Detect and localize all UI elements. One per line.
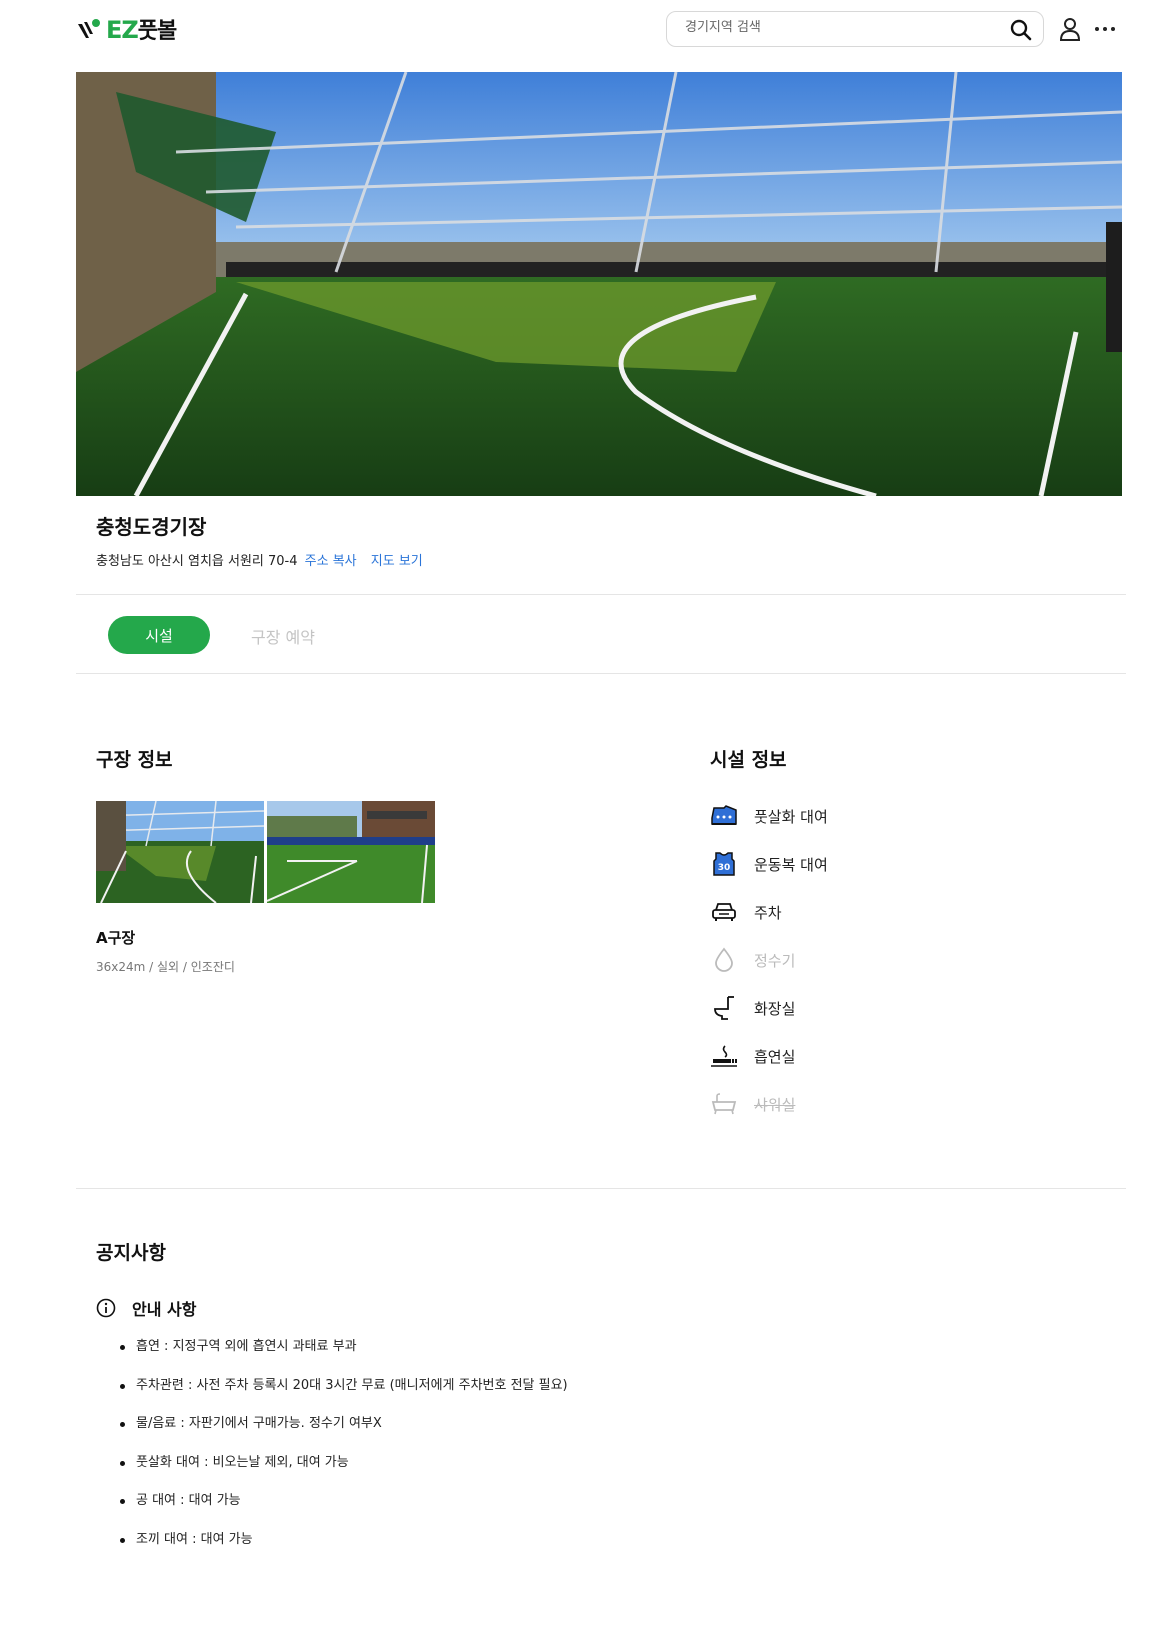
notice-list: 흡연 : 지정구역 외에 흡연시 과태료 부과 주차관련 : 사전 주차 등록시… xyxy=(96,1337,568,1568)
facility-label: 풋살화 대여 xyxy=(754,807,828,826)
facility-item-smoking-room: 흡연실 xyxy=(710,1041,795,1071)
notice-item: 물/음료 : 자판기에서 구매가능. 정수기 여부X xyxy=(96,1414,568,1453)
logo-text-en: EZ xyxy=(106,16,139,44)
tab-reservation[interactable]: 구장 예약 xyxy=(251,624,315,648)
futsal-shoe-icon xyxy=(710,802,738,830)
field-spec: 36x24m / 실외 / 인조잔디 xyxy=(96,960,235,974)
divider-tabs xyxy=(76,673,1126,674)
facility-item-shoe-rental: 풋살화 대여 xyxy=(710,801,828,831)
facility-label: 운동복 대여 xyxy=(754,855,828,874)
info-icon xyxy=(96,1298,116,1318)
address-row: 충청남도 아산시 염치읍 서원리 70-4 주소 복사 지도 보기 xyxy=(96,550,423,569)
field-photo-thumbnail[interactable] xyxy=(267,801,435,903)
facility-item-shower-room: 샤워실 xyxy=(710,1089,795,1119)
facility-info-title: 시설 정보 xyxy=(710,749,787,771)
logo-mark-icon xyxy=(78,19,100,38)
field-photo-thumbnail[interactable] xyxy=(96,801,264,903)
facility-label: 흡연실 xyxy=(754,1047,796,1066)
notice-subheader: 안내 사항 xyxy=(96,1296,196,1320)
notice-title: 공지사항 xyxy=(96,1242,166,1264)
search-icon[interactable] xyxy=(1009,18,1033,42)
divider-notice xyxy=(76,1188,1126,1189)
facility-item-parking: 주차 xyxy=(710,897,782,927)
search-input[interactable] xyxy=(685,20,985,35)
notice-item: 공 대여 : 대여 가능 xyxy=(96,1491,568,1530)
facility-label: 화장실 xyxy=(754,999,796,1018)
toilet-icon xyxy=(710,994,738,1022)
svg-text:30: 30 xyxy=(718,863,731,873)
notice-item: 흡연 : 지정구역 외에 흡연시 과태료 부과 xyxy=(96,1337,568,1376)
more-options-icon[interactable] xyxy=(1094,20,1116,38)
car-icon xyxy=(710,898,738,926)
water-drop-icon xyxy=(710,946,738,974)
facility-label: 주차 xyxy=(754,903,782,922)
stadium-address: 충청남도 아산시 염치읍 서원리 70-4 xyxy=(96,554,298,569)
search-bar xyxy=(666,11,1044,47)
ez-football-logo[interactable]: EZ풋볼 xyxy=(76,14,177,44)
facility-item-uniform-rental: 30 운동복 대여 xyxy=(710,849,828,879)
logo-text-ko: 풋볼 xyxy=(137,19,177,44)
facility-item-water-purifier: 정수기 xyxy=(710,945,795,975)
jersey-icon: 30 xyxy=(710,850,738,878)
divider-top xyxy=(76,594,1126,595)
top-header: EZ풋볼 xyxy=(0,0,1174,60)
tab-facility[interactable]: 시설 xyxy=(108,616,210,654)
stadium-name: 충청도경기장 xyxy=(96,515,207,539)
notice-item: 주차관련 : 사전 주차 등록시 20대 3시간 무료 (매니저에게 주차번호 … xyxy=(96,1376,568,1415)
stadium-hero-photo xyxy=(76,72,1122,496)
view-map-link[interactable]: 지도 보기 xyxy=(371,554,423,569)
field-info-title: 구장 정보 xyxy=(96,749,173,771)
bathtub-icon xyxy=(710,1090,738,1118)
copy-address-link[interactable]: 주소 복사 xyxy=(305,554,357,569)
facility-item-restroom: 화장실 xyxy=(710,993,795,1023)
notice-item: 풋살화 대여 : 비오는날 제외, 대여 가능 xyxy=(96,1453,568,1492)
notice-item: 조끼 대여 : 대여 가능 xyxy=(96,1530,568,1569)
user-icon[interactable] xyxy=(1058,16,1082,42)
facility-label: 정수기 xyxy=(754,951,796,970)
facility-label: 샤워실 xyxy=(754,1095,796,1114)
notice-subtitle: 안내 사항 xyxy=(132,1300,197,1319)
smoking-icon xyxy=(710,1042,738,1070)
field-name: A구장 xyxy=(96,929,136,947)
